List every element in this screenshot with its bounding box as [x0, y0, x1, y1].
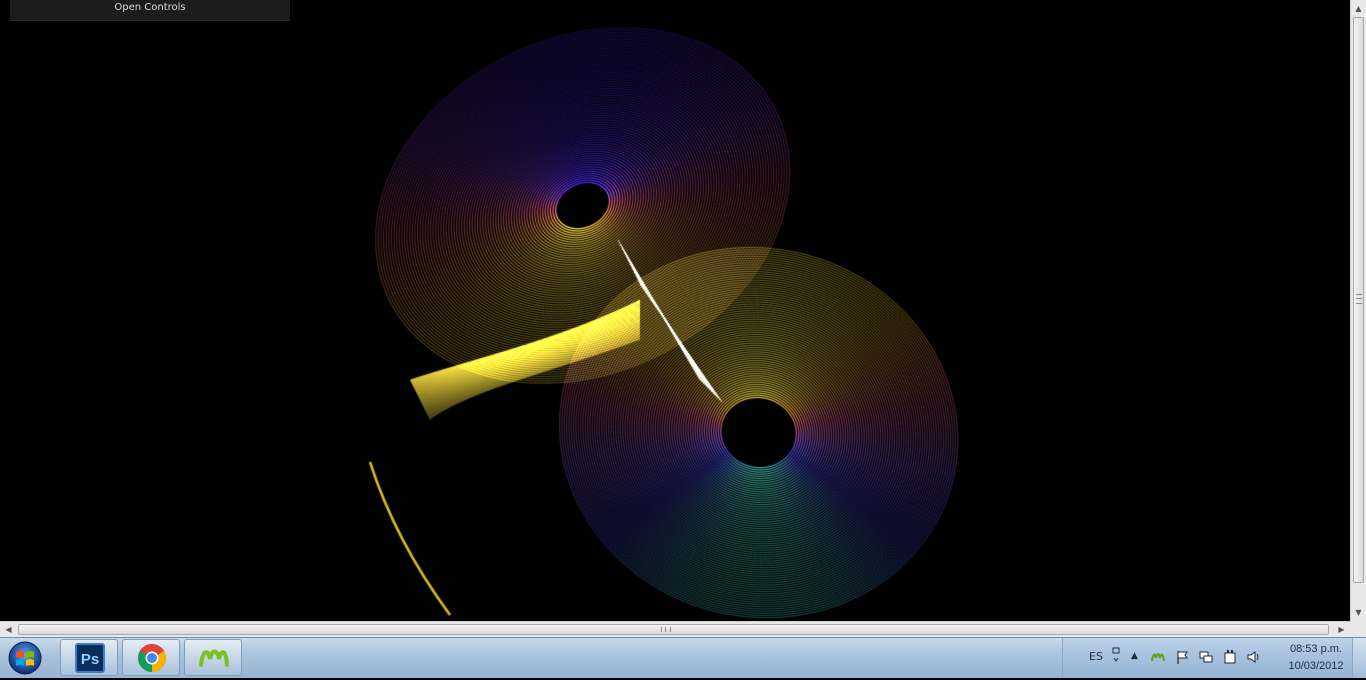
scrollbar-corner	[1350, 621, 1366, 637]
browser-viewport: Open Controls	[0, 0, 1350, 621]
action-center-flag-icon[interactable]	[1175, 650, 1189, 664]
windows-start-button[interactable]	[5, 640, 45, 676]
volume-icon[interactable]	[1247, 650, 1261, 664]
keyboard-layout-icon[interactable]	[1111, 646, 1121, 666]
taskbar-movistar-button[interactable]	[184, 639, 242, 676]
movistar-icon	[199, 649, 229, 667]
system-tray: ES ▲ 08:53 p.m. 10/03/2012	[1062, 638, 1366, 678]
movistar-tray-icon[interactable]	[1151, 650, 1165, 664]
chrome-icon	[138, 644, 166, 672]
taskbar-photoshop-button[interactable]: Ps	[60, 639, 118, 676]
horizontal-scroll-thumb[interactable]	[18, 624, 1329, 635]
grip-icon	[661, 627, 671, 632]
windows-start-icon	[8, 641, 42, 675]
photoshop-icon: Ps	[75, 643, 105, 673]
vertical-scroll-thumb[interactable]	[1353, 17, 1364, 583]
scroll-left-arrow-icon[interactable]: ◀	[0, 622, 17, 637]
clock-time[interactable]: 08:53 p.m.	[1281, 643, 1351, 655]
network-icon[interactable]	[1199, 650, 1213, 664]
scroll-right-arrow-icon[interactable]: ▶	[1333, 622, 1350, 637]
scroll-up-arrow-icon[interactable]: ▲	[1351, 0, 1366, 17]
horizontal-scrollbar[interactable]: ◀ ▶	[0, 621, 1350, 637]
show-desktop-button[interactable]	[1352, 638, 1366, 678]
clock-date[interactable]: 10/03/2012	[1281, 660, 1351, 672]
taskbar: Ps ES ▲ 08:53 p.m. 10/03/2012	[0, 637, 1366, 678]
lorenz-attractor-canvas[interactable]	[0, 0, 1350, 621]
photoshop-label: Ps	[81, 651, 99, 668]
language-indicator[interactable]: ES	[1089, 650, 1103, 663]
taskbar-chrome-button[interactable]	[122, 639, 180, 676]
vertical-scrollbar[interactable]: ▲ ▼	[1350, 0, 1366, 621]
grip-icon	[1356, 294, 1362, 304]
show-hidden-icons-icon[interactable]: ▲	[1131, 651, 1138, 661]
scroll-down-arrow-icon[interactable]: ▼	[1351, 604, 1366, 621]
open-controls-button[interactable]: Open Controls	[10, 0, 290, 21]
battery-power-icon[interactable]	[1223, 650, 1237, 664]
